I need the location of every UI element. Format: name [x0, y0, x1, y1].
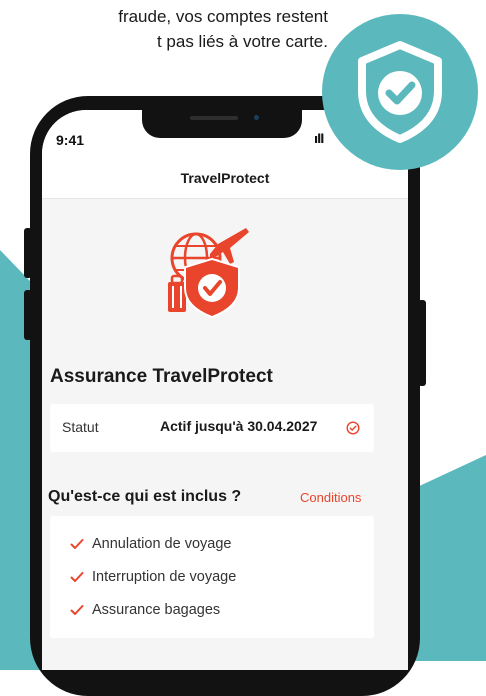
phone-screen: 9:41 ıll TravelProtect Assurance TravelP… [42, 110, 408, 670]
phone-side-button [24, 228, 32, 278]
phone-side-button [24, 290, 32, 340]
checkmark-icon [70, 572, 84, 583]
conditions-link[interactable]: Conditions [300, 490, 361, 505]
signal-icon: ıll [314, 132, 324, 146]
status-card: Statut Actif jusqu'à 30.04.2027 [50, 404, 374, 452]
checkmark-icon [70, 605, 84, 616]
status-value: Actif jusqu'à 30.04.2027 [160, 418, 318, 434]
front-camera [254, 115, 259, 120]
list-item: Interruption de voyage [68, 569, 236, 585]
list-item-label: Interruption de voyage [92, 569, 237, 585]
status-label: Statut [62, 419, 99, 435]
status-time: 9:41 [56, 132, 85, 148]
nav-bar: TravelProtect [42, 154, 408, 199]
promo-line-1: fraude, vos comptes restent [118, 7, 328, 26]
list-item: Assurance bagages [68, 602, 220, 618]
included-title: Qu'est-ce qui est inclus ? [48, 488, 242, 505]
shield-badge [322, 14, 478, 170]
shield-check-icon [358, 41, 442, 143]
promo-text: fraude, vos comptes restent t pas liés à… [0, 4, 328, 54]
list-item-label: Annulation de voyage [92, 536, 232, 552]
included-card: Annulation de voyage Interruption de voy… [50, 516, 374, 638]
checkmark-icon [70, 539, 84, 550]
section-title: Assurance TravelProtect [50, 366, 273, 387]
phone-side-button [418, 300, 426, 386]
list-item-label: Assurance bagages [92, 602, 221, 618]
promo-line-2: t pas liés à votre carte. [156, 32, 328, 51]
phone-notch [142, 110, 302, 138]
nav-title: TravelProtect [180, 170, 270, 186]
travel-insurance-icon [168, 228, 249, 318]
speaker-grille [190, 116, 238, 120]
list-item: Annulation de voyage [68, 536, 231, 552]
check-circle-icon [346, 421, 360, 435]
